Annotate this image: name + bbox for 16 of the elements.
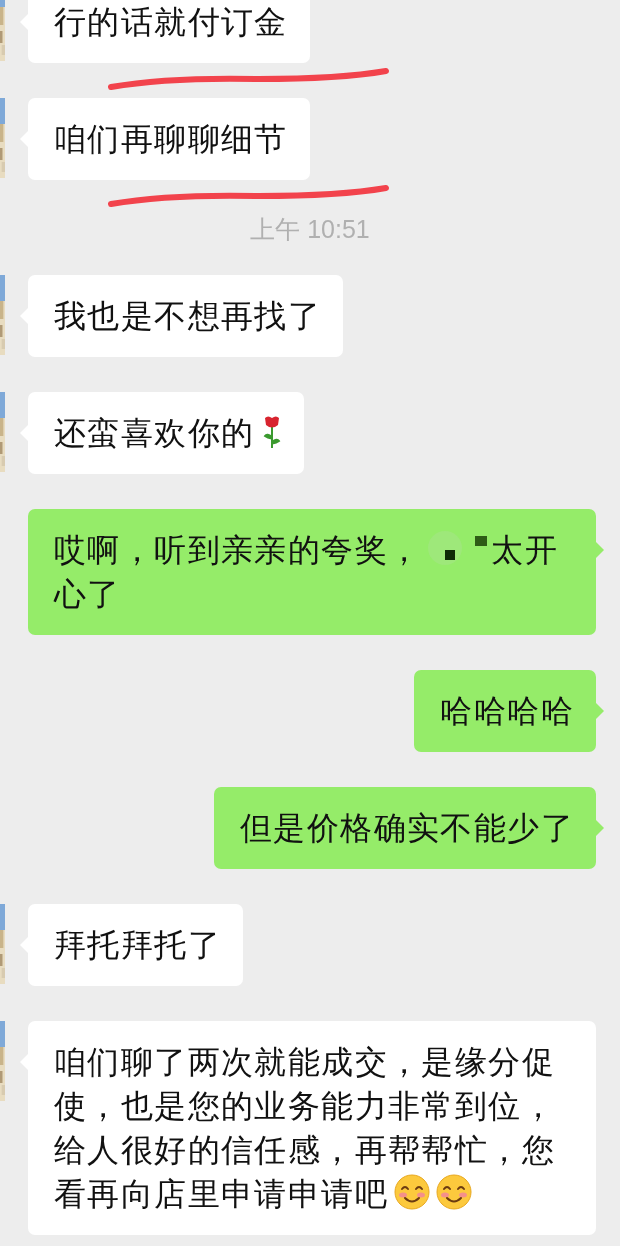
timestamp: 上午 10:51 — [250, 214, 370, 245]
smiley-icon — [436, 1174, 472, 1210]
message-bubble: 我也是不想再找了 — [28, 275, 344, 357]
message-bubble: 拜托拜托了 — [28, 904, 243, 986]
message-bubble: 哈哈哈哈 — [414, 670, 596, 752]
rose-icon — [262, 415, 283, 449]
bubble-tail — [596, 820, 604, 836]
message-bubble: 咱们聊了两次就能成交，是缘分促使，也是您的业务能力非常到位，给人很好的信任感，再帮帮忙，您看再向店里申请申请吧 — [28, 1021, 596, 1235]
bubble-tail — [596, 542, 604, 558]
message-bubble: 但是价格确实不能少了 — [214, 787, 596, 869]
message-bubble: 还蛮喜欢你的 — [28, 392, 305, 474]
bubble-tail — [596, 703, 604, 719]
message-bubble: 哎啊，听到亲亲的夸奖， 太开心了 — [28, 509, 596, 635]
message-bubble: 咱们再聊聊细节 — [28, 98, 310, 180]
message-bubble: 行的话就付订金 — [28, 0, 310, 63]
smiley-icon — [394, 1174, 430, 1210]
